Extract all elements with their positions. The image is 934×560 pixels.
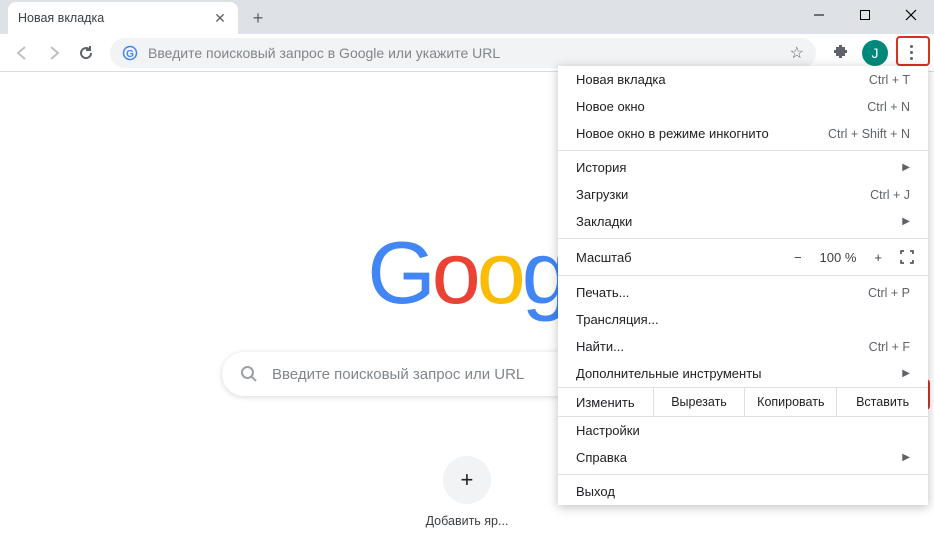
minimize-button[interactable]: [796, 0, 842, 30]
menu-edit-row: Изменить Вырезать Копировать Вставить: [558, 387, 928, 417]
menu-paste[interactable]: Вставить: [836, 388, 928, 416]
zoom-in-button[interactable]: +: [874, 250, 882, 265]
menu-find[interactable]: Найти...Ctrl + F: [558, 333, 928, 360]
chevron-right-icon: ▶: [902, 216, 910, 227]
titlebar: Новая вкладка ✕ +: [0, 0, 934, 34]
menu-downloads[interactable]: ЗагрузкиCtrl + J: [558, 181, 928, 208]
browser-tab[interactable]: Новая вкладка ✕: [8, 2, 238, 34]
extensions-icon[interactable]: [826, 39, 854, 67]
menu-exit[interactable]: Выход: [558, 478, 928, 505]
search-placeholder: Введите поисковый запрос или URL: [272, 366, 524, 383]
new-tab-button[interactable]: +: [244, 4, 272, 32]
menu-cut[interactable]: Вырезать: [653, 388, 745, 416]
menu-more-tools[interactable]: Дополнительные инструменты▶: [558, 360, 928, 387]
menu-separator: [558, 238, 928, 239]
chevron-right-icon: ▶: [902, 452, 910, 463]
chevron-right-icon: ▶: [902, 162, 910, 173]
menu-zoom: Масштаб − 100 % +: [558, 242, 928, 272]
profile-avatar[interactable]: J: [862, 40, 888, 66]
zoom-value: 100 %: [820, 250, 857, 265]
add-shortcut-icon: +: [443, 456, 491, 504]
omnibox-placeholder: Введите поисковый запрос в Google или ук…: [148, 45, 780, 61]
maximize-button[interactable]: [842, 0, 888, 30]
add-shortcut[interactable]: + Добавить яр...: [426, 456, 509, 528]
close-tab-icon[interactable]: ✕: [212, 10, 228, 26]
menu-separator: [558, 150, 928, 151]
menu-copy[interactable]: Копировать: [744, 388, 836, 416]
menu-separator: [558, 275, 928, 276]
window-controls: [796, 0, 934, 30]
reload-button[interactable]: [72, 39, 100, 67]
menu-settings[interactable]: Настройки: [558, 417, 928, 444]
tab-title: Новая вкладка: [18, 11, 104, 25]
main-menu: Новая вкладкаCtrl + T Новое окноCtrl + N…: [558, 66, 928, 505]
google-logo: Goog: [367, 222, 566, 324]
menu-print[interactable]: Печать...Ctrl + P: [558, 279, 928, 306]
search-icon: [240, 365, 258, 383]
menu-new-window[interactable]: Новое окноCtrl + N: [558, 93, 928, 120]
menu-incognito[interactable]: Новое окно в режиме инкогнитоCtrl + Shif…: [558, 120, 928, 147]
main-menu-button[interactable]: [896, 38, 926, 68]
menu-new-tab[interactable]: Новая вкладкаCtrl + T: [558, 66, 928, 93]
menu-cast[interactable]: Трансляция...: [558, 306, 928, 333]
chevron-right-icon: ▶: [902, 368, 910, 379]
svg-text:G: G: [126, 49, 134, 60]
add-shortcut-label: Добавить яр...: [426, 514, 509, 528]
google-g-icon: G: [122, 45, 138, 61]
menu-help[interactable]: Справка▶: [558, 444, 928, 471]
forward-button[interactable]: [40, 39, 68, 67]
fullscreen-icon[interactable]: [900, 250, 914, 264]
close-window-button[interactable]: [888, 0, 934, 30]
omnibox[interactable]: G Введите поисковый запрос в Google или …: [110, 38, 816, 68]
menu-bookmarks[interactable]: Закладки▶: [558, 208, 928, 235]
back-button[interactable]: [8, 39, 36, 67]
menu-separator: [558, 474, 928, 475]
zoom-out-button[interactable]: −: [794, 250, 802, 265]
menu-history[interactable]: История▶: [558, 154, 928, 181]
bookmark-star-icon[interactable]: ☆: [790, 43, 804, 63]
